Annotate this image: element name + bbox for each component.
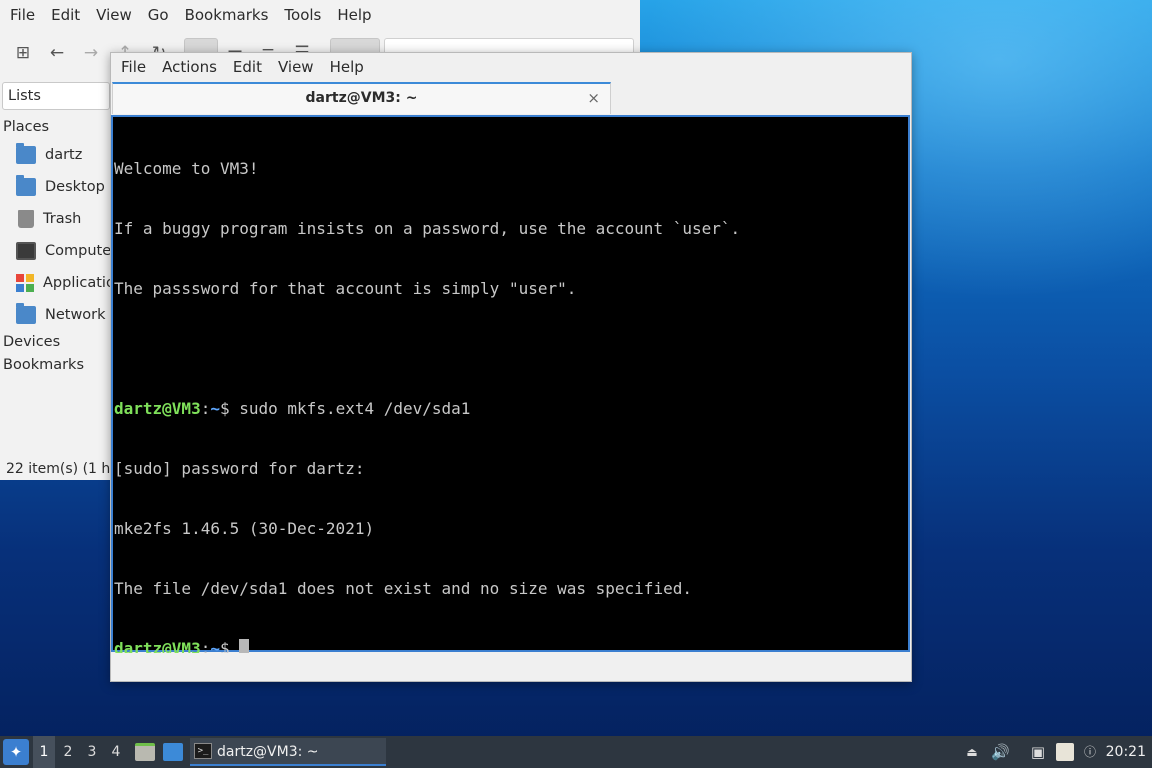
start-menu-icon[interactable]: ✦	[3, 739, 29, 765]
fm-menu-edit[interactable]: Edit	[43, 0, 88, 30]
file-manager-launcher-icon[interactable]	[135, 743, 155, 761]
home-folder-icon	[16, 143, 36, 164]
sidebar-item-label: Desktop	[45, 179, 105, 195]
eject-icon[interactable]: ⏏	[963, 743, 981, 761]
sidebar-item-network[interactable]: Network	[16, 303, 106, 327]
terminal-line: mke2fs 1.46.5 (30-Dec-2021)	[114, 519, 375, 538]
new-tab-icon[interactable]: ⊞	[12, 40, 34, 66]
fm-sidebar: Lists Places dartz Desktop Trash Compute…	[0, 80, 132, 480]
fm-menu-view[interactable]: View	[88, 0, 140, 30]
terminal-line: [sudo] password for dartz:	[114, 459, 365, 478]
prompt-path: ~	[210, 399, 220, 418]
terminal-line: Welcome to VM3!	[114, 159, 259, 178]
sidebar-mode-select[interactable]: Lists	[2, 82, 110, 110]
sidebar-item-label: Trash	[43, 211, 82, 227]
fm-menu-file[interactable]: File	[2, 0, 43, 30]
show-desktop-icon[interactable]	[163, 743, 183, 761]
notification-icon[interactable]: ⓘ	[1081, 743, 1099, 761]
terminal-line: The file /dev/sda1 does not exist and no…	[114, 579, 692, 598]
term-menu-file[interactable]: File	[113, 53, 154, 82]
task-label: dartz@VM3: ~	[217, 744, 319, 760]
sidebar-item-dartz[interactable]: dartz	[16, 143, 82, 167]
terminal-bottom-bar	[111, 653, 911, 681]
clock[interactable]: 20:21	[1106, 736, 1146, 768]
fm-menu-help[interactable]: Help	[329, 0, 379, 30]
network-icon	[16, 303, 36, 324]
terminal-line: The passsword for that account is simply…	[114, 279, 577, 298]
prompt-user: dartz@VM3	[114, 399, 201, 418]
prompt-line: dartz@VM3:~$ sudo mkfs.ext4 /dev/sda1	[114, 399, 908, 419]
applications-icon	[16, 274, 34, 292]
term-menu-help[interactable]: Help	[322, 53, 372, 82]
term-menu-view[interactable]: View	[270, 53, 322, 82]
clipboard-icon[interactable]	[1056, 743, 1074, 761]
terminal-tab[interactable]: dartz@VM3: ~ ×	[112, 82, 611, 114]
taskbar: ✦ 1 2 3 4 >_ dartz@VM3: ~ ⏏ 🔊 ▣ ⓘ 20:21	[0, 736, 1152, 768]
bookmarks-heading[interactable]: Bookmarks	[3, 357, 84, 373]
forward-icon[interactable]: →	[80, 40, 102, 66]
sidebar-item-desktop[interactable]: Desktop	[16, 175, 105, 199]
desktop-icon	[16, 175, 36, 196]
command-text: sudo mkfs.ext4 /dev/sda1	[239, 399, 471, 418]
fm-menu-go[interactable]: Go	[140, 0, 177, 30]
workspace-4[interactable]: 4	[105, 736, 127, 768]
close-icon[interactable]: ×	[587, 84, 600, 113]
taskbar-task-terminal[interactable]: >_ dartz@VM3: ~	[190, 738, 386, 766]
sidebar-item-trash[interactable]: Trash	[16, 207, 81, 231]
prompt-symbol: $	[219, 399, 240, 418]
sidebar-item-label: Network	[45, 307, 106, 323]
terminal-window: File Actions Edit View Help dartz@VM3: ~…	[110, 52, 912, 682]
terminal-line: If a buggy program insists on a password…	[114, 219, 741, 238]
term-menu-actions[interactable]: Actions	[154, 53, 225, 82]
sidebar-item-label: Computer	[45, 243, 118, 259]
prompt-separator: :	[200, 399, 211, 418]
devices-heading[interactable]: Devices	[3, 334, 60, 350]
workspace-1[interactable]: 1	[33, 736, 55, 768]
terminal-icon: >_	[194, 743, 212, 759]
terminal-tabbar: dartz@VM3: ~ ×	[111, 82, 911, 114]
computer-icon	[16, 242, 36, 260]
workspace-2[interactable]: 2	[57, 736, 79, 768]
workspace-3[interactable]: 3	[81, 736, 103, 768]
volume-icon[interactable]: 🔊	[991, 743, 1010, 761]
term-menu-edit[interactable]: Edit	[225, 53, 270, 82]
trash-icon	[18, 210, 34, 228]
terminal-menubar: File Actions Edit View Help	[111, 53, 911, 82]
fm-menubar: File Edit View Go Bookmarks Tools Help	[0, 0, 640, 30]
fm-menu-tools[interactable]: Tools	[276, 0, 329, 30]
tab-title: dartz@VM3: ~	[305, 90, 418, 106]
network-status-icon[interactable]: ▣	[1029, 743, 1047, 761]
fm-menu-bookmarks[interactable]: Bookmarks	[177, 0, 277, 30]
terminal-output[interactable]: Welcome to VM3! If a buggy program insis…	[111, 115, 910, 658]
places-heading[interactable]: Places	[3, 119, 49, 135]
sidebar-item-label: dartz	[45, 147, 83, 163]
sidebar-item-computer[interactable]: Computer	[16, 239, 117, 263]
back-icon[interactable]: ←	[46, 40, 68, 66]
